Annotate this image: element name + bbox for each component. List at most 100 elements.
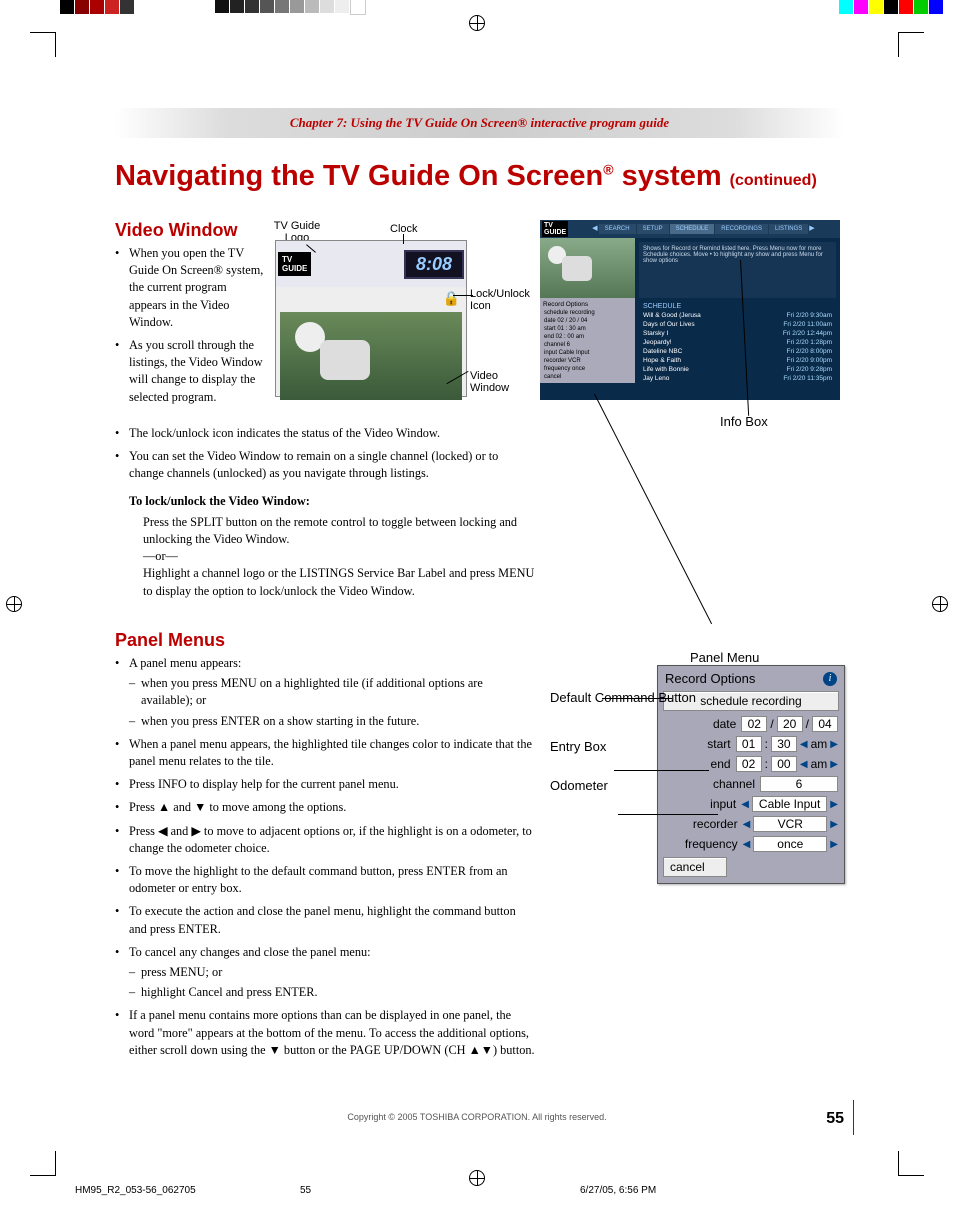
video-window-details: The lock/unlock icon indicates the statu…	[115, 425, 535, 600]
register-target-icon	[469, 1170, 485, 1186]
slug-page: 55	[300, 1185, 311, 1196]
mini-row: channel 6	[542, 341, 633, 349]
lock-icon: 🔒	[276, 287, 466, 312]
recorder-row: recorder ◀ VCR ▶	[661, 814, 841, 834]
video-window-section: Video Window When you open the TV Guide …	[115, 220, 265, 412]
service-bar: ◀ SEARCH SETUP SCHEDULE RECORDINGS LISTI…	[592, 224, 815, 234]
page-title: Navigating the TV Guide On Screen® syste…	[115, 160, 817, 193]
section-heading: Video Window	[115, 220, 265, 241]
register-target-icon	[932, 596, 948, 612]
panel-title: Record Options	[665, 671, 755, 686]
list-item: If a panel menu contains more options th…	[115, 1007, 535, 1059]
ampm: am	[811, 737, 828, 751]
infobox-label: Info Box	[720, 414, 768, 429]
slug-filename: HM95_R2_053-56_062705	[75, 1185, 196, 1196]
procedure-step: Press the SPLIT button on the remote con…	[143, 514, 535, 548]
callout-line	[594, 394, 712, 624]
tab: RECORDINGS	[715, 224, 768, 234]
schedule-row: Jeopardy!Fri 2/20 1:28pm	[639, 338, 836, 347]
list-item: When a panel menu appears, the highlight…	[115, 736, 535, 770]
field-label: channel	[713, 777, 755, 791]
field-label: recorder	[693, 817, 738, 831]
heading-text: system	[614, 160, 730, 192]
list-item: You can set the Video Window to remain o…	[115, 448, 535, 482]
caret-right-icon: ▶	[830, 819, 838, 830]
tvguide-schedule-screenshot: TVGUIDE ◀ SEARCH SETUP SCHEDULE RECORDIN…	[540, 220, 840, 400]
mini-row: frequency once	[542, 365, 633, 373]
crop-mark	[899, 1175, 924, 1176]
callout-label: Odometer	[550, 778, 696, 795]
record-options-mini: Record Options schedule recording date 0…	[540, 298, 635, 383]
entry-box: 20	[777, 716, 803, 732]
tvguide-logo-icon: TVGUIDE	[542, 221, 568, 237]
mini-row: recorder VCR	[542, 357, 633, 365]
mini-row: end 02 : 00 am	[542, 333, 633, 341]
section-heading: Panel Menus	[115, 630, 535, 651]
caret-right-icon: ▶	[830, 739, 838, 750]
panel-menus-section: Panel Menus A panel menu appears: when y…	[115, 630, 535, 1065]
slug-date: 6/27/05, 6:56 PM	[580, 1185, 656, 1196]
cancel-button: cancel	[663, 857, 727, 877]
tab: SEARCH	[599, 224, 636, 234]
panel-callout-labels: Default Command Button Entry Box Odomete…	[550, 690, 696, 817]
procedure-heading: To lock/unlock the Video Window:	[129, 493, 535, 510]
odometer: Cable Input	[752, 796, 827, 812]
list-item: The lock/unlock icon indicates the statu…	[115, 425, 535, 442]
entry-box: 00	[771, 756, 797, 772]
mini-title: Record Options	[542, 300, 633, 309]
crop-mark	[30, 32, 55, 33]
schedule-list: SCHEDULE Will & Good (JerusaFri 2/20 9:3…	[639, 302, 836, 383]
list-item: To execute the action and close the pane…	[115, 903, 535, 937]
list-item: As you scroll through the listings, the …	[115, 337, 265, 406]
callout-line	[618, 814, 718, 815]
ampm: am	[811, 757, 828, 771]
tab: SETUP	[637, 224, 669, 234]
entry-box: 01	[736, 736, 762, 752]
help-icon: i	[823, 672, 837, 686]
callout-label: Entry Box	[550, 739, 696, 756]
mini-row: date 02 / 20 / 04	[542, 317, 633, 325]
mini-row: schedule recording	[542, 309, 633, 317]
register-target-icon	[6, 596, 22, 612]
info-box-content: Shows for Record or Remind listed here. …	[639, 242, 836, 298]
list-item: When you open the TV Guide On Screen® sy…	[115, 245, 265, 331]
field-label: frequency	[685, 837, 738, 851]
crop-mark	[898, 32, 899, 57]
diagram-label: Video Window	[470, 370, 530, 394]
bullet-list: A panel menu appears: when you press MEN…	[115, 655, 535, 1059]
caret-right-icon: ▶	[830, 759, 838, 770]
schedule-row: Will & Good (JerusaFri 2/20 9:30am	[639, 311, 836, 320]
video-preview-small	[540, 238, 635, 298]
caret-left-icon: ◀	[743, 819, 751, 830]
copyright: Copyright © 2005 TOSHIBA CORPORATION. Al…	[0, 1112, 954, 1122]
crop-mark	[30, 1175, 55, 1176]
sub-item: when you press ENTER on a show starting …	[129, 713, 535, 730]
video-preview	[280, 312, 462, 400]
crop-mark	[899, 32, 924, 33]
list-item-text: A panel menu appears:	[129, 656, 241, 670]
mini-row: input Cable Input	[542, 349, 633, 357]
schedule-row: Hope & FaithFri 2/20 9:00pm	[639, 356, 836, 365]
schedule-row: Jay LenoFri 2/20 11:35pm	[639, 374, 836, 383]
caret-right-icon: ▶	[830, 839, 838, 850]
list-item: Press INFO to display help for the curre…	[115, 776, 535, 793]
callout-line	[614, 770, 709, 771]
sub-item: highlight Cancel and press ENTER.	[129, 984, 535, 1001]
register-marks	[0, 0, 954, 14]
clock-value: 8:08	[404, 250, 464, 279]
crop-mark	[55, 32, 56, 57]
heading-continued: (continued)	[730, 172, 817, 189]
chapter-header: Chapter 7: Using the TV Guide On Screen®…	[115, 108, 844, 138]
sub-item: when you press MENU on a highlighted til…	[129, 675, 535, 709]
field-label: start	[707, 737, 730, 751]
tab: SCHEDULE	[670, 224, 715, 234]
frequency-row: frequency ◀ once ▶	[661, 834, 841, 854]
entry-box: 02	[736, 756, 762, 772]
crop-mark	[898, 1151, 899, 1176]
caret-left-icon: ◀	[743, 839, 751, 850]
list-item: To cancel any changes and close the pane…	[115, 944, 535, 1002]
schedule-row: Starsky IFri 2/20 12:44pm	[639, 329, 836, 338]
mini-row: start 01 : 30 am	[542, 325, 633, 333]
caret-right-icon: ▶	[830, 799, 838, 810]
panel-title-row: Record Options i	[661, 669, 841, 688]
